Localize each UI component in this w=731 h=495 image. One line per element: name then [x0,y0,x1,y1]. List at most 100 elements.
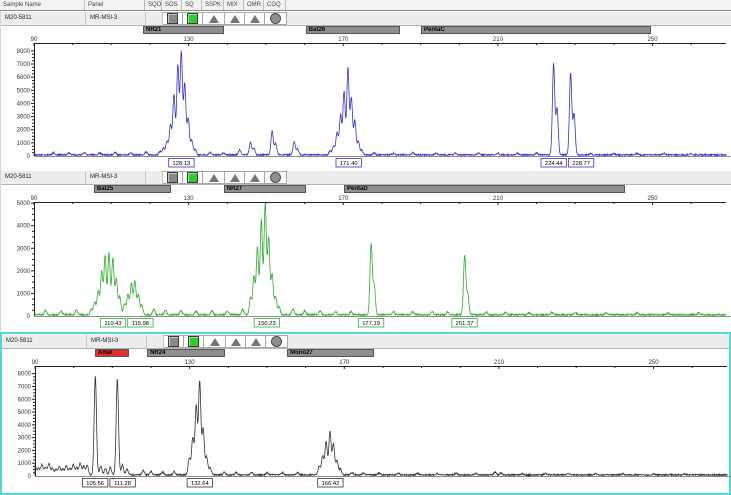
x-tick-label: 90 [32,360,39,366]
allele-call-label[interactable]: 228.77 [568,158,595,168]
y-tick-label: 4000 [17,101,31,107]
omr-flag-cell[interactable] [245,171,265,184]
marker-bar-pentac[interactable]: PentaC [421,26,651,34]
y-zero-label: 0 [27,314,31,320]
y-tick-label: 5000 [17,201,31,207]
sample-info-row: M20-5811 MR-MSI-3 [2,334,729,349]
electropherogram-plot[interactable]: 90 130 170 210 250 1000 2000 3000 4000 5000 0 110.4… [1,194,731,329]
sos-flag-cell[interactable] [163,171,183,184]
sq-flag-cell[interactable] [184,335,204,348]
allele-call-label[interactable]: 171.40 [335,158,362,168]
marker-bar-nr21[interactable]: NR21 [143,26,225,34]
sspk-flag-cell[interactable] [203,12,225,25]
cgq-flag-icon [271,336,282,347]
header-filler [286,0,731,10]
sample-block-blue-dye: M20-5811 MR-MSI-3 NR21 Bat26 PentaC 90 130 1… [0,11,731,170]
sos-flag-icon [168,336,179,347]
sample-block-green-dye: M20-5811 MR-MSI-3 Bat25 NR27 PentaD 90 130 1… [0,170,731,332]
cgq-flag-cell[interactable] [265,171,287,184]
col-sqo: SQO [145,0,162,10]
allele-call-label[interactable]: 166.42 [317,478,344,488]
sspk-flag-cell[interactable] [203,171,225,184]
quality-flags [147,335,288,348]
mix-flag-cell[interactable] [225,12,245,25]
y-zero-label: 0 [27,154,31,160]
col-omr: OMR [244,0,264,10]
y-tick-label: 1000 [17,291,31,297]
trace-line [34,376,728,478]
mix-flag-cell[interactable] [226,335,246,348]
sspk-flag-cell[interactable] [204,335,226,348]
y-tick-label: 2000 [17,269,31,275]
electropherogram-plot[interactable]: 90 130 170 210 250 1000 2000 3000 4000 5000 6000 70… [1,35,731,169]
sqo-flag-cell [146,12,163,25]
y-tick-label: 6000 [17,75,31,81]
x-tick-label: 250 [649,360,660,366]
y-zero-label: 0 [28,474,32,480]
electropherogram-green[interactable]: 90 130 170 210 250 1000 2000 3000 4000 5000 0 110.4… [1,194,731,329]
cgq-flag-icon [270,13,281,24]
x-tick-label: 170 [338,196,349,202]
sqo-flag-cell [146,171,163,184]
allele-call-label[interactable]: 132.64 [186,478,213,488]
cgq-flag-icon [270,172,281,183]
allele-call-label[interactable]: 111.28 [109,478,136,488]
sq-flag-cell[interactable] [183,171,203,184]
cgq-flag-cell[interactable] [265,12,287,25]
marker-bar-amel[interactable]: Amel [94,349,129,357]
col-mix: MIX [224,0,244,10]
marker-bar-nr27[interactable]: NR27 [223,185,306,193]
allele-call-label[interactable]: 105.56 [82,478,109,488]
x-tick-label: 90 [31,37,38,43]
marker-bar-row: NR21 Bat26 PentaC [1,26,731,35]
sample-block-black-dye-selected[interactable]: M20-5811 MR-MSI-3 Amel NR24 Mono27 90 130 17… [0,332,731,495]
allele-call-label[interactable]: 224.44 [540,158,567,168]
y-tick-label: 1000 [17,141,31,147]
omr-flag-icon [249,14,260,23]
marker-bar-mono27[interactable]: Mono27 [287,349,375,357]
electropherogram-blue[interactable]: 90 130 170 210 250 1000 2000 3000 4000 5000 6000 70… [1,35,731,169]
sos-flag-cell[interactable] [163,12,183,25]
allele-call-label[interactable]: 115.98 [127,318,154,328]
col-sspk: SSPK [202,0,224,10]
marker-bar-label: PentaC [424,27,445,33]
omr-flag-cell[interactable] [245,12,265,25]
x-tick-label: 250 [648,196,659,202]
y-tick-label: 7000 [17,62,31,68]
electropherogram-plot[interactable]: 90 130 170 210 250 1000 2000 3000 4000 5000 6000 70… [2,358,731,489]
col-sq: SQ [182,0,202,10]
trace-line [33,50,727,158]
x-tick-label: 210 [493,37,504,43]
sq-flag-icon [187,172,198,183]
col-cgq: CGQ [264,0,286,10]
row-filler [288,335,729,348]
sos-flag-cell[interactable] [164,335,184,348]
marker-bar-label: Bat25 [96,186,114,192]
sq-flag-cell[interactable] [183,12,203,25]
mix-flag-icon [229,14,240,23]
marker-bar-bat25[interactable]: Bat25 [93,185,172,193]
x-tick-label: 130 [184,196,195,202]
y-tick-label: 4000 [18,423,32,429]
sspk-flag-icon [208,14,219,23]
allele-call-label[interactable]: 150.23 [253,318,280,328]
marker-bar-pentad[interactable]: PentaD [344,185,626,193]
allele-call-label[interactable]: 201.37 [451,318,478,328]
allele-label-text: 105.56 [86,481,104,487]
electropherogram-black[interactable]: 90 130 170 210 250 1000 2000 3000 4000 5000 6000 70… [2,358,731,489]
allele-call-label[interactable]: 177.19 [357,318,385,328]
marker-bar-nr24[interactable]: NR24 [147,349,226,357]
sample-info-row: M20-5811 MR-MSI-3 [1,11,731,26]
marker-bar-label: Mono27 [290,350,313,356]
marker-bar-bat26[interactable]: Bat26 [305,26,401,34]
y-tick-label: 5000 [18,410,32,416]
mix-flag-cell[interactable] [225,171,245,184]
allele-call-label[interactable]: 128.13 [168,158,195,168]
omr-flag-cell[interactable] [246,335,266,348]
sos-flag-icon [167,13,178,24]
cgq-flag-cell[interactable] [266,335,288,348]
allele-label-text: 166.42 [322,481,340,487]
allele-label-text: 128.13 [173,161,191,167]
allele-call-label[interactable]: 110.43 [99,318,127,328]
x-tick-label: 90 [31,196,38,202]
